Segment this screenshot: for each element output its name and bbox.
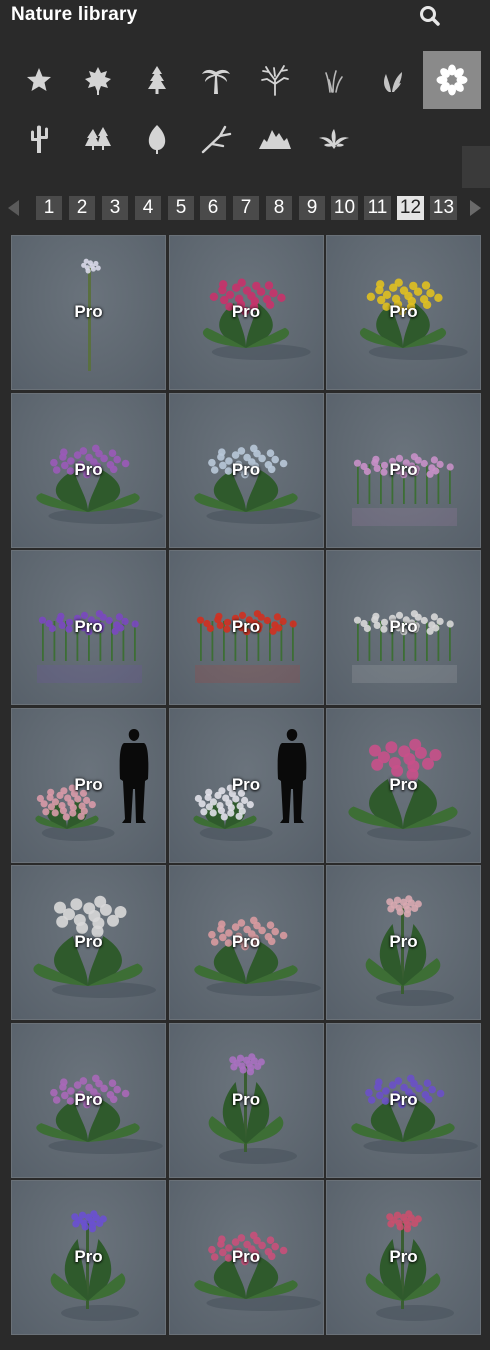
- pro-badge: Pro: [231, 617, 261, 636]
- pro-badge: Pro: [74, 1089, 103, 1109]
- branch-icon[interactable]: [187, 110, 245, 168]
- asset-tile[interactable]: Pro: [326, 550, 481, 705]
- pro-badge: Pro: [231, 459, 261, 479]
- pro-badge: Pro: [74, 1247, 103, 1266]
- pro-badge: Pro: [389, 774, 418, 794]
- asset-tile[interactable]: Pro: [326, 392, 481, 548]
- asset-tile[interactable]: Pro: [11, 865, 166, 1020]
- page-1[interactable]: 1: [36, 196, 62, 220]
- pro-badge: Pro: [74, 932, 103, 951]
- asset-tile[interactable]: Pro: [168, 392, 324, 548]
- asset-tile[interactable]: Pro: [326, 707, 481, 863]
- pro-badge: Pro: [74, 459, 103, 479]
- pro-badge: Pro: [389, 617, 418, 636]
- star-icon[interactable]: [10, 51, 68, 109]
- asset-tile[interactable]: Pro: [168, 1180, 324, 1335]
- prev-page-icon[interactable]: [8, 200, 19, 216]
- pro-badge: Pro: [389, 459, 418, 479]
- pro-badge: Pro: [389, 302, 418, 321]
- page-13[interactable]: 13: [430, 196, 457, 220]
- pro-badge: Pro: [231, 932, 261, 951]
- asset-tile[interactable]: Pro: [326, 1180, 481, 1335]
- header: Nature library: [0, 0, 490, 32]
- cactus-icon[interactable]: [10, 110, 68, 168]
- leaf-icon[interactable]: [128, 110, 186, 168]
- next-page-icon[interactable]: [470, 200, 481, 216]
- pro-badge: Pro: [231, 774, 261, 794]
- page-3[interactable]: 3: [102, 196, 128, 220]
- flower-icon[interactable]: [423, 51, 481, 109]
- page-9[interactable]: 9: [299, 196, 325, 220]
- page-10[interactable]: 10: [331, 196, 358, 220]
- asset-tile[interactable]: Pro: [11, 1180, 166, 1335]
- grass-icon[interactable]: [305, 51, 363, 109]
- fern-icon[interactable]: [305, 110, 363, 168]
- asset-tile[interactable]: Pro: [326, 1022, 481, 1178]
- page-8[interactable]: 8: [266, 196, 292, 220]
- pro-badge: Pro: [231, 1089, 261, 1109]
- asset-tile[interactable]: Pro: [11, 1022, 166, 1178]
- forest-icon[interactable]: [69, 110, 127, 168]
- pro-badge: Pro: [389, 1089, 418, 1109]
- asset-tile[interactable]: Pro: [11, 235, 166, 390]
- rocks-icon[interactable]: [246, 110, 304, 168]
- panel-title: Nature library: [11, 4, 138, 25]
- page-4[interactable]: 4: [135, 196, 161, 220]
- pine-tree-icon[interactable]: [128, 51, 186, 109]
- page-12[interactable]: 12: [397, 196, 424, 220]
- plant-leaves-icon[interactable]: [364, 51, 422, 109]
- pro-badge: Pro: [74, 302, 103, 321]
- pro-badge: Pro: [74, 774, 103, 794]
- pro-badge: Pro: [389, 932, 418, 951]
- pro-badge: Pro: [74, 617, 103, 636]
- asset-tile[interactable]: Pro: [326, 235, 481, 390]
- bare-tree-icon[interactable]: [246, 51, 304, 109]
- asset-tile[interactable]: Pro: [168, 1022, 324, 1178]
- pro-badge: Pro: [231, 302, 261, 321]
- asset-tile[interactable]: Pro: [168, 865, 324, 1020]
- asset-tile[interactable]: Pro: [168, 707, 324, 863]
- pro-badge: Pro: [389, 1247, 418, 1266]
- asset-tile[interactable]: Pro: [11, 707, 166, 863]
- category-scrollbar[interactable]: [462, 146, 490, 188]
- asset-tile[interactable]: Pro: [168, 550, 324, 705]
- asset-tile[interactable]: Pro: [11, 392, 166, 548]
- asset-tile[interactable]: Pro: [11, 550, 166, 705]
- asset-tile[interactable]: Pro: [326, 865, 481, 1020]
- page-11[interactable]: 11: [364, 196, 391, 220]
- page-7[interactable]: 7: [233, 196, 259, 220]
- asset-tile[interactable]: Pro: [168, 235, 324, 390]
- category-bar: [0, 48, 490, 168]
- page-6[interactable]: 6: [200, 196, 226, 220]
- pagination: 1 2 3 4 5 6 7 8 9 10 11 12 13: [0, 194, 490, 222]
- page-2[interactable]: 2: [69, 196, 95, 220]
- maple-leaf-icon[interactable]: [69, 51, 127, 109]
- pro-badge: Pro: [231, 1247, 261, 1266]
- search-icon[interactable]: [418, 4, 442, 28]
- page-5[interactable]: 5: [168, 196, 194, 220]
- palm-tree-icon[interactable]: [187, 51, 245, 109]
